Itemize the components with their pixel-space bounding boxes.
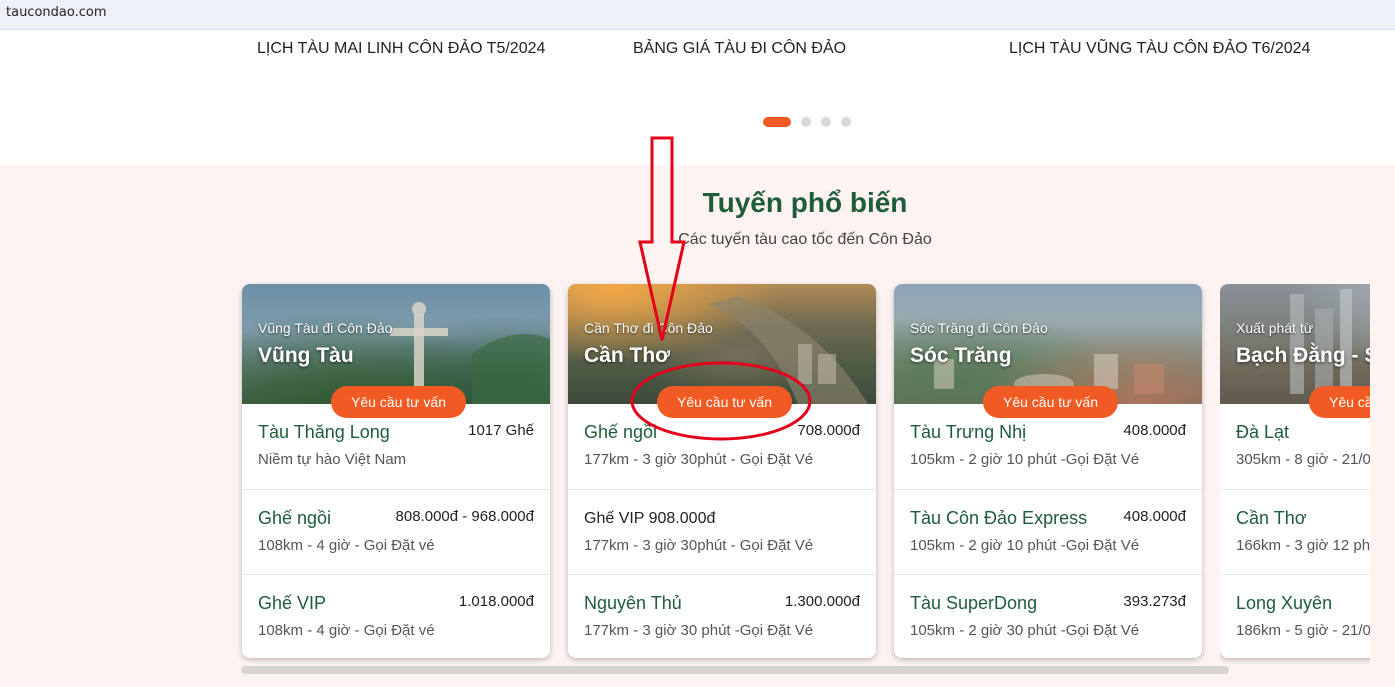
- route-option-row[interactable]: Ghế VIP 1.018.000đ 108km - 4 giờ - Gọi Đ…: [242, 574, 550, 658]
- route-option-row[interactable]: Long Xuyên 186km - 5 giờ - 21/0: [1220, 574, 1370, 658]
- section-subtitle: Các tuyến tàu cao tốc đến Côn Đảo: [678, 231, 932, 248]
- option-price: 1.300.000đ: [784, 593, 860, 610]
- carousel-dot-1[interactable]: [763, 117, 791, 127]
- option-title: Ghế VIP: [258, 593, 327, 613]
- option-title: Long Xuyên: [1236, 593, 1333, 613]
- option-title: Ghế VIP 908.000đ: [584, 510, 716, 527]
- route-subtitle: Vũng Tàu đi Côn Đảo: [258, 320, 393, 336]
- option-detail: 305km - 8 giờ - 21/0: [1236, 451, 1370, 468]
- route-card-soc-trang: Sóc Trăng đi Côn Đảo Sóc Trăng Yêu cầu t…: [894, 284, 1202, 658]
- option-title: Tàu Trưng Nhị: [910, 422, 1027, 442]
- option-title: Đà Lạt: [1236, 422, 1290, 442]
- route-option-row[interactable]: Ghế ngồi 808.000đ - 968.000đ 108km - 4 g…: [242, 489, 550, 574]
- route-subtitle: Sóc Trăng đi Côn Đảo: [910, 320, 1048, 336]
- option-title: Tàu SuperDong: [910, 593, 1038, 613]
- option-title: Ghế ngồi: [258, 508, 332, 528]
- route-card-vung-tau: Vũng Tàu đi Côn Đảo Vũng Tàu Yêu cầu tư …: [242, 284, 550, 658]
- address-bar-url[interactable]: taucondao.com: [6, 5, 106, 20]
- route-name: Bạch Đằng - Sà: [1236, 344, 1370, 367]
- option-detail: 177km - 3 giờ 30phút - Gọi Đặt Vé: [584, 451, 814, 468]
- option-detail: 177km - 3 giờ 30 phút -Gọi Đặt Vé: [584, 622, 814, 639]
- route-option-row[interactable]: Ghế ngồi 708.000đ 177km - 3 giờ 30phút -…: [568, 404, 876, 489]
- option-price: 708.000đ: [797, 422, 860, 439]
- route-option-row[interactable]: Tàu SuperDong 393.273đ 105km - 2 giờ 30 …: [894, 574, 1202, 658]
- option-price: 408.000đ: [1123, 422, 1186, 439]
- option-detail: 166km - 3 giờ 12 ph: [1236, 537, 1370, 554]
- option-detail: 186km - 5 giờ - 21/0: [1236, 622, 1370, 639]
- option-title: Nguyên Thủ: [584, 593, 682, 613]
- option-price: 1.018.000đ: [458, 593, 534, 610]
- option-price: 408.000đ: [1123, 508, 1186, 525]
- route-subtitle: Cần Thơ đi Côn Đảo: [584, 320, 713, 336]
- option-detail: Niềm tự hào Việt Nam: [258, 451, 407, 468]
- option-title: Ghế ngồi: [584, 422, 658, 442]
- option-price: 808.000đ - 968.000đ: [395, 508, 534, 525]
- route-option-row[interactable]: Tàu Thăng Long 1017 Ghế Niềm tự hào Việt…: [242, 404, 550, 489]
- carousel-dot-4[interactable]: [841, 117, 851, 127]
- carousel-pagination: [763, 117, 851, 127]
- route-subtitle: Xuất phát từ: [1236, 320, 1314, 336]
- section-title: Tuyến phổ biến: [702, 187, 908, 218]
- route-option-row[interactable]: Cần Thơ 166km - 3 giờ 12 ph: [1220, 489, 1370, 574]
- option-detail: 105km - 2 giờ 10 phút -Gọi Đặt Vé: [910, 451, 1140, 468]
- route-name: Vũng Tàu: [258, 344, 354, 367]
- carousel-dot-3[interactable]: [821, 117, 831, 127]
- route-option-row[interactable]: Tàu Trưng Nhị 408.000đ 105km - 2 giờ 10 …: [894, 404, 1202, 489]
- option-title: Tàu Côn Đảo Express: [910, 508, 1088, 528]
- option-detail: 177km - 3 giờ 30phút - Gọi Đặt Vé: [584, 537, 814, 554]
- option-detail: 105km - 2 giờ 10 phút -Gọi Đặt Vé: [910, 537, 1140, 554]
- option-price: 393.273đ: [1123, 593, 1186, 610]
- route-card-can-tho: Cần Thơ đi Côn Đảo Cần Thơ Yêu cầu tư vấ…: [568, 284, 876, 658]
- option-price: 1017 Ghế: [468, 422, 534, 439]
- route-option-row[interactable]: Ghế VIP 908.000đ 177km - 3 giờ 30phút - …: [568, 489, 876, 574]
- option-detail: 108km - 4 giờ - Gọi Đặt vé: [258, 537, 435, 554]
- option-title: Tàu Thăng Long: [258, 422, 390, 442]
- news-link-price-list[interactable]: BẢNG GIÁ TÀU ĐI CÔN ĐẢO: [633, 40, 846, 58]
- route-name: Cần Thơ: [584, 344, 671, 367]
- browser-address-bar[interactable]: taucondao.com: [0, 0, 1395, 30]
- route-option-row[interactable]: Tàu Côn Đảo Express 408.000đ 105km - 2 g…: [894, 489, 1202, 574]
- carousel-dot-2[interactable]: [801, 117, 811, 127]
- option-detail: 105km - 2 giờ 30 phút -Gọi Đặt Vé: [910, 622, 1140, 639]
- option-detail: 108km - 4 giờ - Gọi Đặt vé: [258, 622, 435, 639]
- cards-horizontal-scrollbar[interactable]: [241, 666, 1229, 674]
- route-option-row[interactable]: Nguyên Thủ 1.300.000đ 177km - 3 giờ 30 p…: [568, 574, 876, 658]
- route-option-row[interactable]: Đà Lạt 305km - 8 giờ - 21/0: [1220, 404, 1370, 489]
- news-link-vung-tau[interactable]: LỊCH TÀU VŨNG TÀU CÔN ĐẢO T6/2024: [1009, 40, 1310, 58]
- route-card-bach-dang: Xuất phát từ Bạch Đằng - Sà Yêu cầ Đà Lạ…: [1220, 284, 1370, 658]
- news-link-mai-linh[interactable]: LỊCH TÀU MAI LINH CÔN ĐẢO T5/2024: [257, 40, 545, 58]
- option-title: Cần Thơ: [1236, 508, 1307, 528]
- route-card-clip: Xuất phát từ Bạch Đằng - Sà Yêu cầ Đà Lạ…: [1220, 284, 1370, 664]
- route-name: Sóc Trăng: [910, 344, 1012, 367]
